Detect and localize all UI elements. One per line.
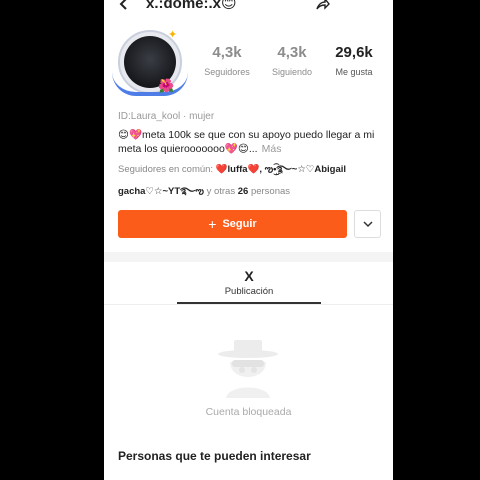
share-icon[interactable] [316,0,330,10]
followers-stat[interactable]: 4,3k Seguidores [196,44,258,77]
chevron-down-icon [363,221,373,228]
more-options-button[interactable] [354,210,381,238]
profile-stats: 4,3k Seguidores 4,3k Siguiendo 29,6k Me … [196,44,386,84]
avatar-frame [112,72,188,96]
flower-icon: 🌺 [158,78,175,93]
blocked-user-icon [218,340,278,398]
id-separator: · [183,111,187,122]
following-label: Siguiendo [271,67,313,77]
tab-divider [104,304,393,305]
common-followers-names: ❤️luffa❤️, ఌ•ۣ͜͡࿐~☆♡Abigail [215,164,347,175]
friends-count: 26 [237,186,249,197]
followers-label: Seguidores [204,67,250,77]
bio-text: 😊💖meta 100k se que con su apoyo puedo ll… [118,129,375,155]
profile-screen: x.:dome:.x😊 ✦ 🌺 4,3k Seguidores 4,3k Sig… [104,0,393,480]
likes-count: 29,6k [335,44,373,61]
friends-and-text: y otras [206,186,236,197]
user-id: ID:Laura_kool [118,111,181,122]
user-id-line: ID:Laura_kool · mujer [118,111,214,122]
likes-label: Me gusta [335,67,373,77]
gender-label: mujer [189,111,215,122]
suggestions-title: Personas que te pueden interesar [118,449,311,463]
plus-icon: + [208,216,217,232]
mutual-friends[interactable]: gacha♡☆~YT࿐ఌ y otras 26 personas [118,180,290,207]
profile-bio: 😊💖meta 100k se que con su apoyo puedo ll… [118,128,380,156]
following-stat[interactable]: 4,3k Siguiendo [261,44,323,77]
common-followers-label: Seguidores en común: [118,164,214,175]
follow-button[interactable]: + Seguir [118,210,347,238]
follow-label: Seguir [222,218,257,230]
followers-count: 4,3k [212,44,242,61]
blocked-account-message: Cuenta bloqueada [205,406,292,418]
tab-posts-label: Publicación [224,286,274,297]
following-count: 4,3k [277,44,307,61]
back-arrow-icon[interactable] [118,0,130,10]
posts-count: X [244,268,254,284]
friend-name: gacha♡☆~YT࿐ఌ [118,186,204,197]
friends-suffix: personas [250,186,291,197]
top-bar: x.:dome:.x😊 [104,0,393,16]
tab-posts[interactable]: X Publicación [177,268,321,304]
avatar[interactable]: ✦ 🌺 [112,29,188,96]
section-divider [104,252,393,262]
sparkle-icon: ✦ [168,29,178,41]
bio-more-link[interactable]: Más [262,143,282,155]
profile-title: x.:dome:.x😊 [146,0,237,12]
likes-stat[interactable]: 29,6k Me gusta [323,44,385,77]
